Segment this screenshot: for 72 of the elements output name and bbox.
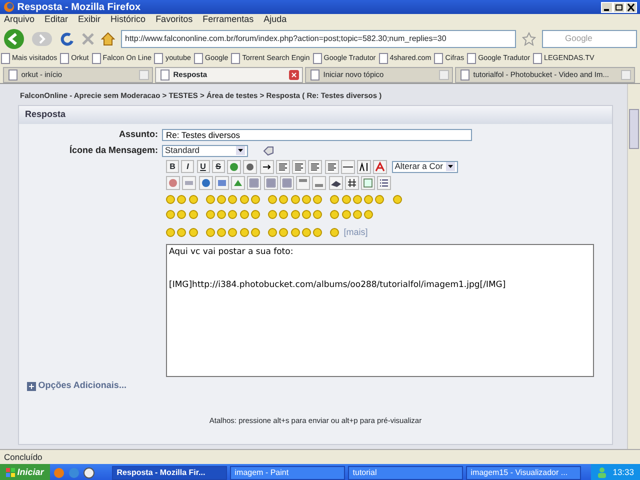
menu-item[interactable]: Arquivo [4, 13, 35, 27]
align-right-icon[interactable] [308, 160, 322, 174]
table-icon[interactable] [280, 176, 294, 190]
font-size-icon[interactable] [357, 160, 371, 174]
page-icon [434, 53, 444, 64]
subject-field[interactable]: Re: Testes diversos [162, 129, 472, 141]
user-icon [596, 467, 607, 478]
scrollbar[interactable] [627, 84, 640, 449]
menu-item[interactable]: Exibir [78, 13, 101, 27]
page-icon [309, 69, 321, 81]
table-icon[interactable] [247, 176, 262, 190]
panel-header: Resposta [19, 106, 612, 124]
format-button[interactable]: U [196, 160, 210, 174]
minimize-icon[interactable] [601, 2, 613, 12]
format-button[interactable]: I [181, 160, 194, 174]
window-title: Resposta - Mozilla Firefox [17, 0, 141, 14]
field-label: Ícone da Mensagem: [68, 144, 159, 157]
message-field[interactable]: Aqui vc vai postar a sua foto: [IMG]http://i384.photobucket.com/albums/oo288/tutorialfol/imagem1.jpg[/IMG] [166, 244, 594, 377]
page-icon [92, 53, 101, 64]
code-icon[interactable] [344, 176, 359, 190]
start-button[interactable]: Iniciar [0, 464, 50, 480]
font-color-icon[interactable] [373, 160, 388, 174]
page-icon [7, 69, 19, 81]
table-icon[interactable] [264, 176, 278, 190]
dropdown-arrow-icon [446, 162, 455, 172]
firefox-icon[interactable] [52, 466, 65, 478]
page-icon [378, 53, 388, 64]
format-button[interactable]: S [212, 160, 225, 174]
page-icon [467, 53, 476, 64]
page-icon [194, 53, 204, 64]
taskbar-button[interactable]: imagem15 - Visualizador ... [466, 466, 581, 480]
menu-item[interactable]: Histórico [110, 13, 146, 27]
icon-dropdown[interactable]: Standard [162, 144, 248, 157]
dropdown-value: Standard [165, 145, 200, 156]
plus-icon[interactable] [27, 382, 36, 390]
star-icon[interactable] [522, 32, 536, 46]
restore-icon[interactable] [613, 2, 625, 12]
page-icon [312, 53, 322, 64]
clock: 13:33 [612, 466, 634, 479]
close-icon[interactable] [625, 2, 637, 12]
page-icon [459, 69, 471, 81]
reload-icon[interactable] [59, 30, 75, 46]
page-icon [154, 53, 164, 64]
menu-item[interactable]: Ferramentas [202, 13, 254, 27]
align-center-icon[interactable] [292, 160, 306, 174]
menu-item[interactable]: Ajuda [264, 13, 287, 27]
justify-icon[interactable] [324, 160, 338, 174]
format-button[interactable]: B [166, 160, 179, 174]
color-dropdown[interactable]: Alterar a Cor [392, 160, 458, 173]
firefox-icon [3, 1, 15, 13]
page-icon [533, 53, 542, 64]
taskbar-button[interactable]: imagem - Paint [230, 466, 345, 480]
additional-options-link[interactable]: Opções Adicionais... [38, 379, 126, 393]
page-icon [231, 53, 240, 64]
field-label: Assunto: [118, 128, 159, 142]
address-bar[interactable]: http://www.falcononline.com.br/forum/index.php?action=post;topic=582.30;num_replies=30 [121, 30, 516, 48]
taskbar-button[interactable]: tutorial [348, 466, 463, 480]
status-text: Concluído [4, 450, 42, 464]
windows-logo-icon [6, 468, 15, 477]
dropdown-arrow-icon [236, 146, 245, 156]
page-icon [60, 53, 70, 64]
taskbar-button[interactable]: Resposta - Mozilla Fir... [112, 466, 227, 480]
stop-icon[interactable] [81, 32, 95, 46]
menu-item[interactable]: Favoritos [156, 13, 193, 27]
menu-item[interactable]: Editar [44, 13, 68, 27]
page-icon [1, 53, 10, 64]
tab-close-icon[interactable] [289, 70, 299, 80]
home-icon[interactable] [101, 32, 115, 46]
page-icon [159, 69, 171, 81]
align-left-icon[interactable] [276, 160, 290, 174]
list-icon[interactable] [377, 176, 392, 190]
dropdown-value: Alterar a Cor [394, 161, 443, 172]
